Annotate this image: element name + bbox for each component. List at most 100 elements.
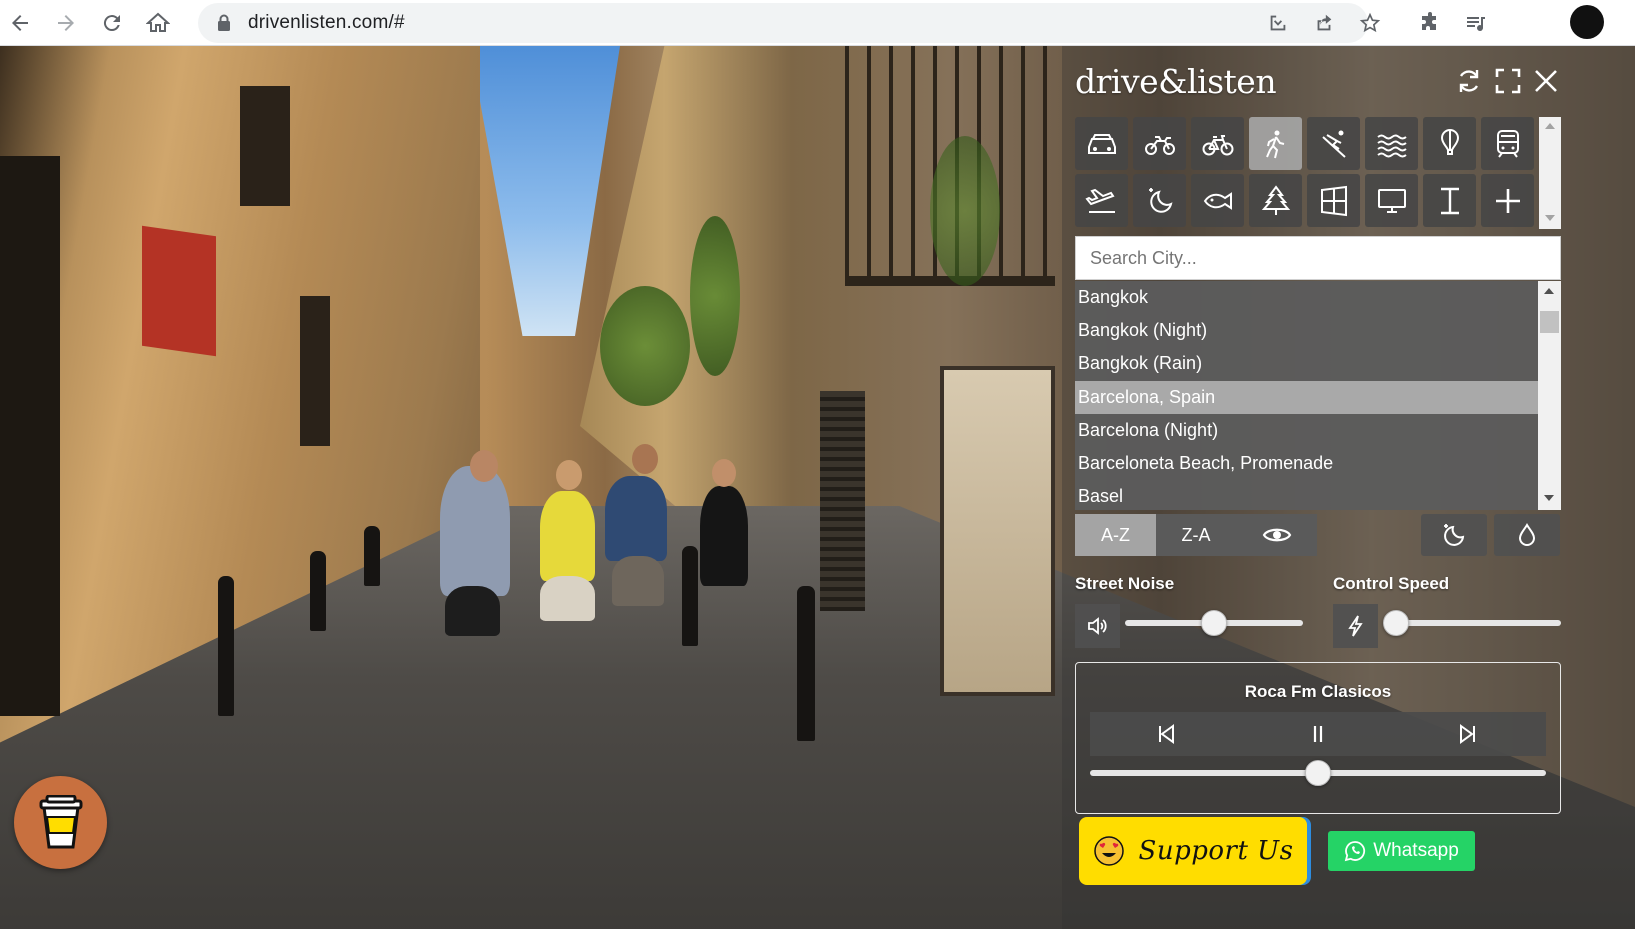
previous-station-button[interactable] [1136,712,1196,756]
city-list[interactable]: Bangkok Bangkok (Night) Bangkok (Rain) B… [1075,281,1538,510]
sort-popular-button[interactable] [1236,514,1317,556]
mode-plane-button[interactable] [1075,174,1128,227]
home-button[interactable] [140,5,176,41]
sky [470,46,620,336]
profile-avatar[interactable] [1570,5,1604,39]
city-item[interactable]: Bangkok (Night) [1075,314,1538,347]
whatsapp-share-button[interactable]: Whatsapp [1328,831,1475,871]
pedestrian-head [556,460,582,490]
star-icon [1359,12,1381,33]
plant [600,286,690,406]
app-logo: drive&listen [1075,62,1277,101]
fullscreen-button[interactable] [1491,64,1525,98]
window [240,86,290,206]
radio-station-name: Roca Fm Clasicos [1244,682,1392,701]
control-speed-button[interactable] [1333,604,1378,648]
scroll-up-arrow-icon[interactable] [1545,123,1555,129]
mode-train-button[interactable] [1481,117,1534,170]
mode-walk-button[interactable] [1249,117,1302,170]
pedestrian-head [712,459,736,487]
scrollbar-thumb[interactable] [1540,311,1559,333]
control-speed-slider[interactable] [1383,620,1561,626]
mode-grid-scrollbar[interactable] [1539,117,1561,229]
street-noise-mute-button[interactable] [1075,604,1120,648]
mode-fish-button[interactable] [1191,174,1244,227]
address-bar[interactable]: drivenlisten.com/# [198,3,1381,43]
shop-window [940,366,1055,696]
mode-motorbike-button[interactable] [1133,117,1186,170]
city-item[interactable]: Barcelona (Night) [1075,414,1538,447]
share-button[interactable] [1310,9,1338,37]
window-icon [1320,185,1347,216]
mode-custom-button[interactable] [1423,174,1476,227]
mode-night-button[interactable] [1133,174,1186,227]
pedestrian [540,576,595,621]
city-item[interactable]: Basel [1075,480,1538,510]
support-us-button[interactable]: Support Us [1079,817,1307,885]
balloon-icon [1440,128,1459,155]
back-button[interactable] [2,5,38,41]
pedestrian [445,586,500,636]
volume-icon [1087,617,1107,635]
sort-az-button[interactable]: A-Z [1075,514,1156,556]
train-icon [1496,129,1519,158]
scroll-up-arrow-icon[interactable] [1544,288,1554,294]
tree-icon [1261,184,1290,215]
pedestrian [612,556,664,606]
bookmark-button[interactable] [1356,9,1384,37]
media-controls-button[interactable] [1458,5,1494,41]
plane-icon [1084,188,1115,213]
pause-button[interactable] [1288,712,1348,756]
city-item[interactable]: Bangkok (Rain) [1075,347,1538,380]
mode-screen-button[interactable] [1365,174,1418,227]
scroll-down-arrow-icon[interactable] [1545,215,1555,221]
city-item-selected[interactable]: Barcelona, Spain [1075,380,1538,414]
close-panel-button[interactable] [1529,64,1563,98]
playlist-icon [1467,17,1485,32]
random-city-button[interactable] [1452,64,1486,98]
install-app-button[interactable] [1264,9,1292,37]
arrow-right-icon [58,15,74,31]
shutter [820,391,865,611]
radio-controls [1090,712,1546,756]
mode-water-button[interactable] [1365,117,1418,170]
fullscreen-icon [1495,68,1521,94]
whatsapp-icon [1344,841,1366,862]
mode-nature-button[interactable] [1249,174,1302,227]
rain-filter-button[interactable] [1494,514,1560,556]
reload-icon [103,15,120,32]
puzzle-icon [1422,12,1436,30]
whatsapp-label: Whatsapp [1373,840,1459,861]
city-list-scrollbar[interactable] [1538,281,1561,510]
heart-eyes-emoji-icon [1093,836,1124,866]
bollard [364,526,380,586]
mode-car-button[interactable] [1075,117,1128,170]
doorway [0,156,60,716]
city-item[interactable]: Bangkok [1075,281,1538,314]
scroll-down-arrow-icon[interactable] [1544,495,1554,501]
bollard [310,551,326,631]
mode-ski-button[interactable] [1307,117,1360,170]
sort-za-button[interactable]: Z-A [1156,514,1236,556]
mode-add-button[interactable] [1481,174,1534,227]
bollard [682,546,698,646]
control-speed-slider-thumb[interactable] [1383,610,1409,636]
coffee-cup-icon [39,794,82,848]
buy-coffee-button[interactable] [14,776,107,869]
night-filter-button[interactable] [1421,514,1487,556]
city-item[interactable]: Barceloneta Beach, Promenade [1075,447,1538,480]
browser-toolbar: drivenlisten.com/# [0,0,1635,46]
reload-button[interactable] [94,5,130,41]
mode-window-button[interactable] [1307,174,1360,227]
close-icon [1535,70,1557,92]
support-us-label: Support Us [1138,836,1294,866]
next-station-button[interactable] [1438,712,1498,756]
search-city-input[interactable] [1075,236,1561,280]
forward-button[interactable] [48,5,84,41]
mode-bicycle-button[interactable] [1191,117,1244,170]
street-noise-slider-thumb[interactable] [1201,610,1227,636]
mode-balloon-button[interactable] [1423,117,1476,170]
pedestrian [605,476,667,561]
extensions-button[interactable] [1412,5,1448,41]
radio-volume-slider-thumb[interactable] [1305,760,1331,786]
